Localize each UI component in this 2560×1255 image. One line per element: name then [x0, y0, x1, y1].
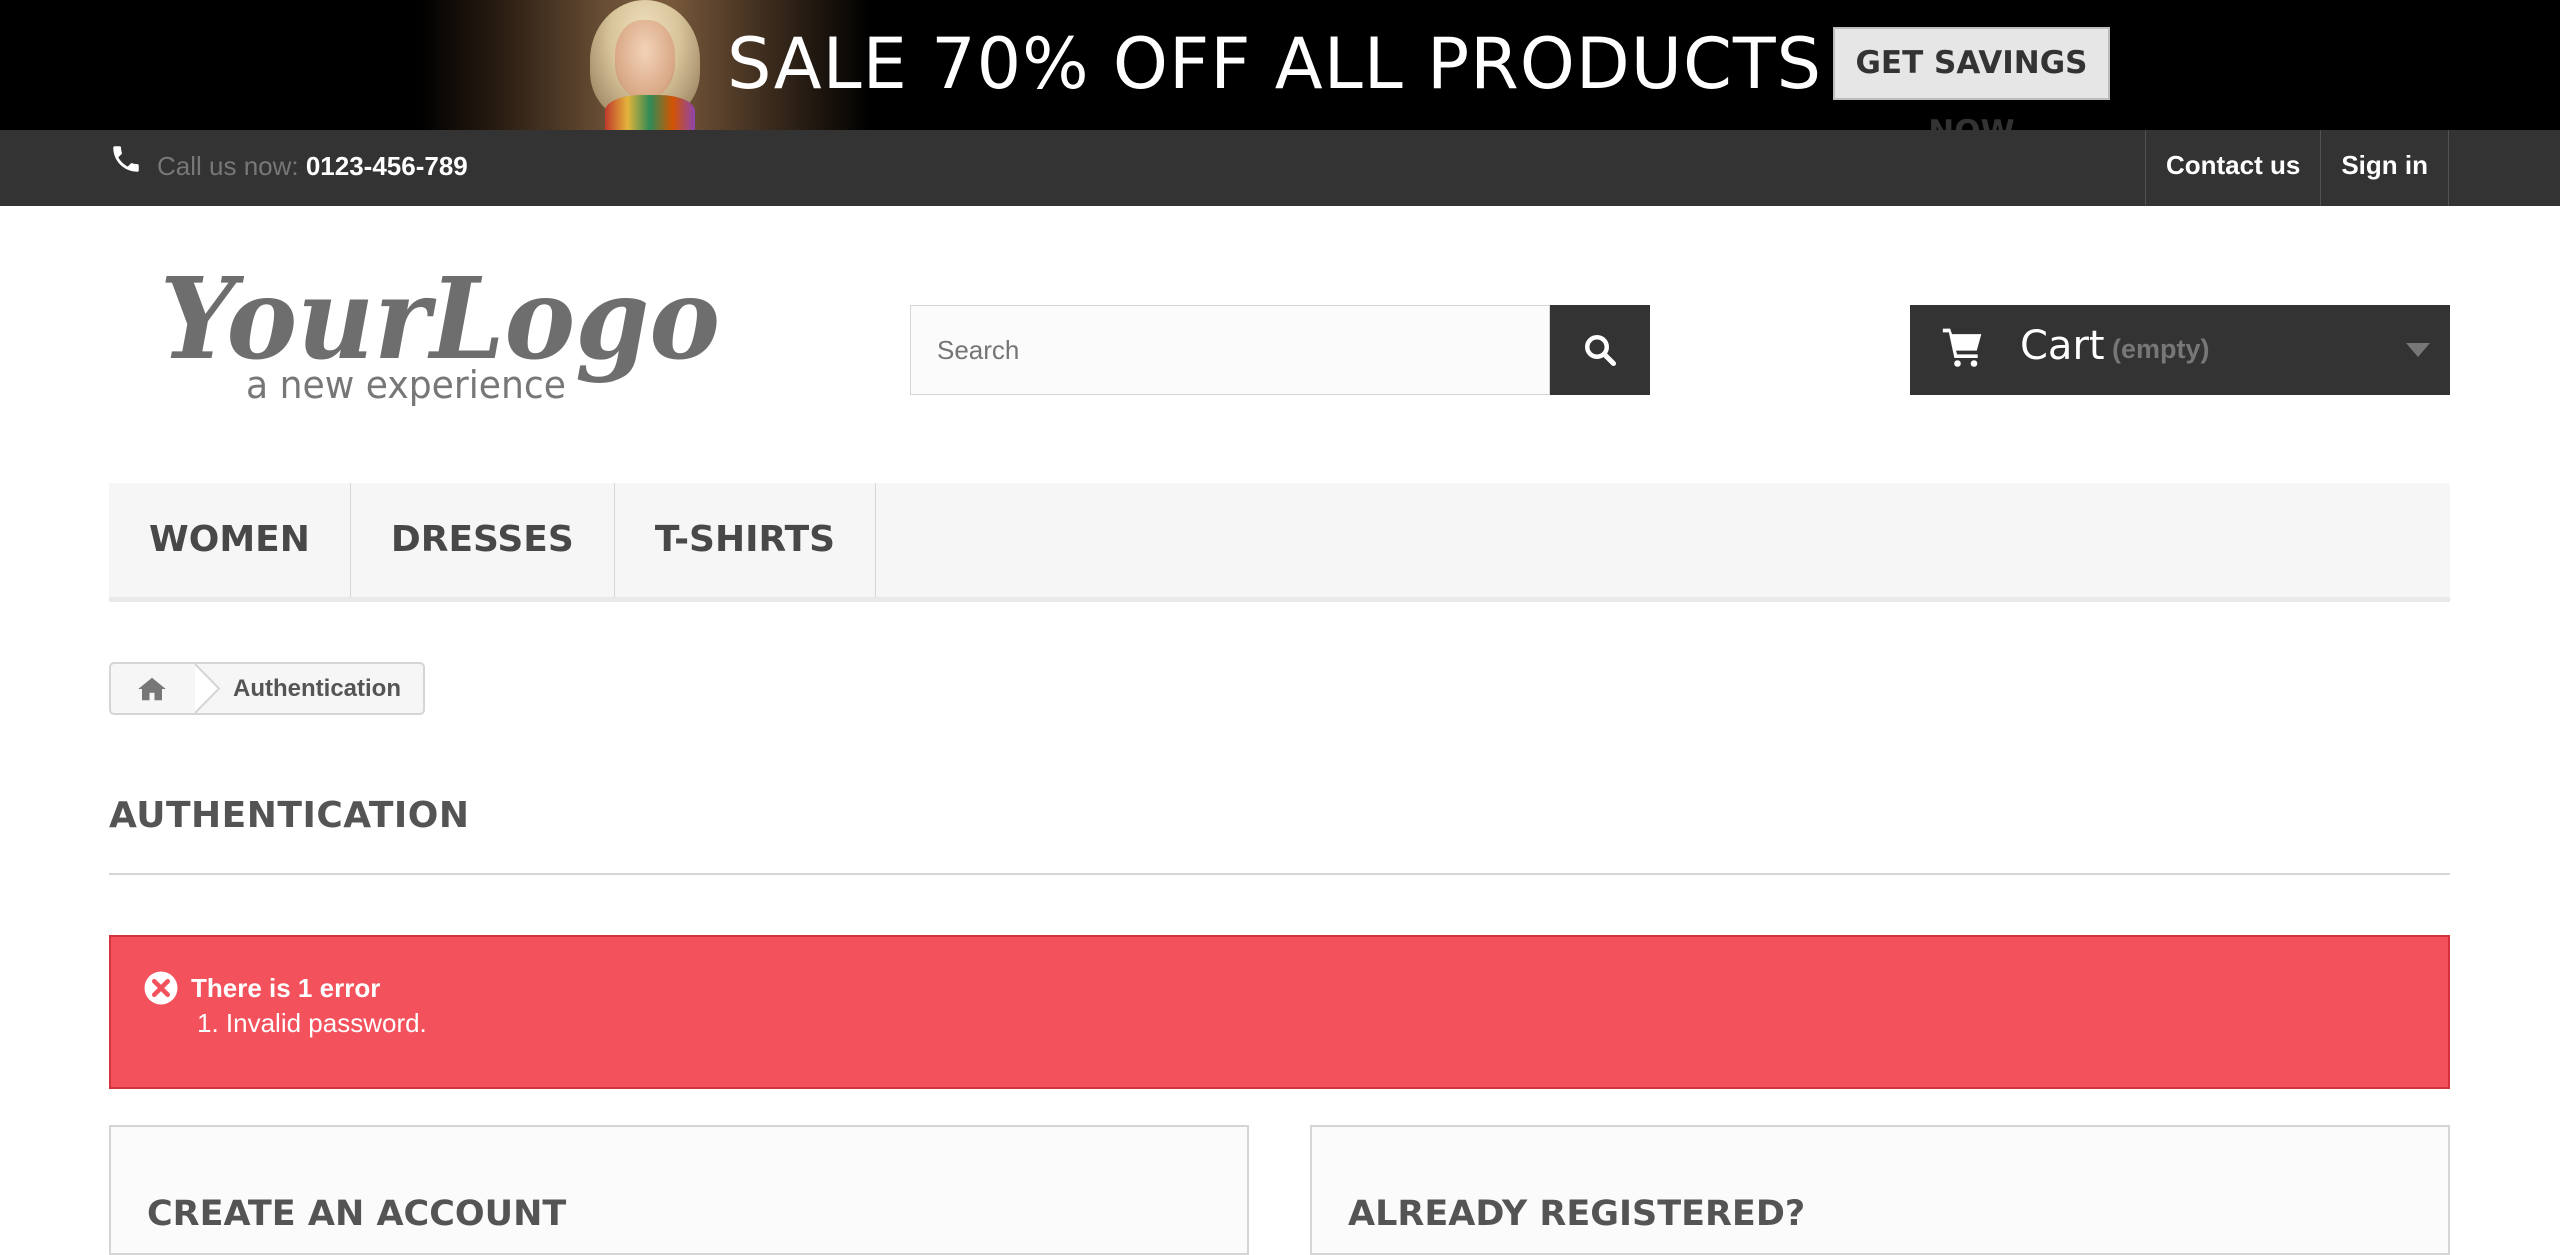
heading-divider [109, 873, 2450, 875]
error-icon [144, 971, 178, 1005]
sign-in-link[interactable]: Sign in [2321, 130, 2449, 206]
error-title: There is 1 error [191, 973, 381, 1003]
banner-headline: SALE 70% OFF ALL PRODUCTS [727, 23, 1823, 105]
home-icon [138, 677, 166, 700]
error-list: 1. Invalid password. [197, 1008, 427, 1039]
already-registered-title: ALREADY REGISTERED? [1348, 1194, 1806, 1234]
cart-label: Cart [2020, 323, 2105, 369]
menu-item-women[interactable]: WOMEN [109, 483, 351, 597]
breadcrumb-home[interactable] [111, 664, 193, 713]
phone-icon [113, 146, 139, 172]
call-us-text: Call us now: 0123-456-789 [157, 151, 468, 181]
error-item: 1. Invalid password. [197, 1008, 427, 1038]
cart-status: (empty) [2112, 334, 2210, 364]
breadcrumb: Authentication [109, 662, 425, 715]
menu-item-t-shirts[interactable]: T-SHIRTS [615, 483, 877, 597]
logo[interactable]: YourLogo a new experience [160, 250, 720, 420]
get-savings-button[interactable]: GET SAVINGS NOW [1833, 27, 2110, 130]
page-title: AUTHENTICATION [109, 795, 470, 836]
search-input[interactable] [910, 305, 1550, 395]
search-icon [1585, 335, 1617, 367]
contact-us-link[interactable]: Contact us [2146, 130, 2322, 206]
cart-icon [1942, 328, 1982, 367]
breadcrumb-current: Authentication [233, 674, 401, 702]
search-bar [910, 305, 1650, 395]
logo-tagline: a new experience [246, 363, 566, 407]
main-menu: WOMEN DRESSES T-SHIRTS [109, 483, 2450, 602]
cart-button[interactable]: Cart (empty) [1910, 305, 2450, 395]
search-button[interactable] [1550, 305, 1650, 395]
breadcrumb-separator [194, 664, 221, 713]
create-account-title: CREATE AN ACCOUNT [147, 1194, 567, 1234]
top-links: Contact us Sign in [2144, 130, 2449, 206]
promo-banner[interactable]: SALE 70% OFF ALL PRODUCTS GET SAVINGS NO… [0, 0, 2560, 130]
phone-number: 0123-456-789 [305, 151, 468, 181]
error-alert: There is 1 error 1. Invalid password. [109, 935, 2450, 1089]
chevron-down-icon[interactable] [2406, 343, 2430, 357]
menu-item-dresses[interactable]: DRESSES [351, 483, 615, 597]
